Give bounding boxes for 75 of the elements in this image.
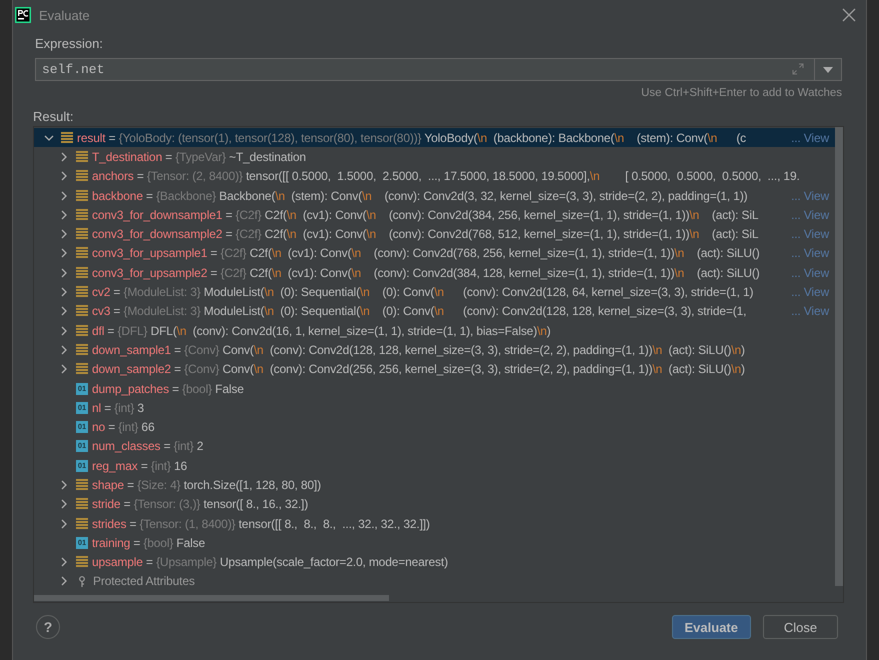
tree-row-text: upsample = {Upsample} Upsample(scale_factor=2.0, mode=nearest) xyxy=(92,555,449,570)
tree-row-text: anchors = {Tensor: (2, 8400)} tensor([[ 0.5000, 1.5000, 2.5000, ..., 17.5000, 18.5000, 19.5000],\n [ 0.5000, 0.5000, 0.5000, ..., 19. xyxy=(92,169,801,184)
field-icon xyxy=(76,305,88,318)
tree-row[interactable]: cv3 = {ModuleList: 3} ModuleList(\n (0): Sequential(\n (0): Conv(\n (conv): Conv2d(128, 128, kernel_size=(3, 3), stride=(1, ... View xyxy=(34,302,835,321)
tree-row-text: backbone = {Backbone} Backbone(\n (stem): Conv(\n (conv): Conv2d(3, 32, kernel_size=(3, 3), stride=(2, 2), padding=(1, 1)) xyxy=(92,188,749,203)
tree-row-text: shape = {Size: 4} torch.Size([1, 128, 80, 80]) xyxy=(92,478,322,492)
field-icon xyxy=(76,363,88,376)
tree-row-text: conv3_for_upsample2 = {C2f} C2f(\n (cv1): Conv(\n (conv): Conv2d(384, 128, kernel_size=(1, 1), stride=(1, 1))\n (act): SiLU() xyxy=(92,266,761,280)
vertical-scrollbar[interactable] xyxy=(835,127,843,586)
tree-row-text: Protected Attributes xyxy=(93,574,196,588)
tree-row[interactable]: upsample = {Upsample} Upsample(scale_factor=2.0, mode=nearest) xyxy=(34,552,835,572)
tree-row[interactable]: down_sample2 = {Conv} Conv(\n (conv): Conv2d(256, 256, kernel_size=(3, 3), stride=(2, 2), padding=(1, 1))\n (act): SiLU()\n) xyxy=(34,360,835,379)
tree-row-text: dfl = {DFL} DFL(\n (conv): Conv2d(16, 1, kernel_size=(1, 1), stride=(1, 1), bias=False)\n) xyxy=(92,324,552,338)
history-dropdown-button[interactable] xyxy=(814,58,842,81)
hint-text: Use Ctrl+Shift+Enter to add to Watches xyxy=(641,87,842,99)
tree-row-text: reg_max = {int} 16 xyxy=(92,458,188,473)
field-icon xyxy=(76,228,88,240)
caret-icon xyxy=(823,66,833,72)
key-icon xyxy=(79,576,85,587)
tree-row-text: stride = {Tensor: (3,)} tensor([ 8., 16., 32.]) xyxy=(92,497,310,512)
tree-row[interactable]: Protected Attributes xyxy=(34,572,835,592)
tree-row[interactable]: result = {YoloBody: (tensor(1), tensor(128), tensor(80), tensor(80))} YoloBody(\n (backbone): Backbone(\n (stem): Conv(\n (c ... View xyxy=(34,128,835,148)
tree-row-text: cv2 = {ModuleList: 3} ModuleList(\n (0): Sequential(\n (0): Conv(\n (conv): Conv2d(128, 64, kernel_size=(3, 3), stride=(1, 1) xyxy=(92,285,754,300)
horizontal-scrollbar[interactable] xyxy=(34,595,389,601)
field-icon xyxy=(76,324,88,337)
tree-row[interactable]: conv3_for_downsample1 = {C2f} C2f(\n (cv1): Conv(\n (conv): Conv2d(384, 256, kernel_size=(1, 1), stride=(1, 1))\n (act): SiL ... View xyxy=(34,205,835,224)
field-icon xyxy=(76,170,88,182)
tree-row-text: conv3_for_upsample1 = {C2f} C2f(\n (cv1): Conv(\n (conv): Conv2d(768, 256, kernel_size=(1, 1), stride=(1, 1))\n (act): SiLU() xyxy=(92,246,761,260)
help-button[interactable]: ? xyxy=(36,615,60,639)
field-icon xyxy=(76,556,88,568)
tree-row[interactable]: dfl = {DFL} DFL(\n (conv): Conv2d(16, 1, kernel_size=(1, 1), stride=(1, 1), bias=False)\n) xyxy=(34,320,835,340)
close-button[interactable]: Close xyxy=(763,615,838,639)
tree-row-text: num_classes = {int} 2 xyxy=(92,439,204,454)
field-icon xyxy=(76,286,88,298)
field-icon xyxy=(76,344,88,356)
tree-row-text: training = {bool} False xyxy=(92,536,206,550)
field-icon xyxy=(76,498,88,510)
field-icon xyxy=(76,266,88,279)
tree-row-text: nl = {int} 3 xyxy=(92,400,145,415)
tree-row[interactable]: down_sample1 = {Conv} Conv(\n (conv): Conv2d(128, 128, kernel_size=(3, 3), stride=(2, 2), padding=(1, 1))\n (act): SiLU()\n) xyxy=(34,340,835,360)
tree-row[interactable]: stride = {Tensor: (3,)} tensor([ 8., 16., 32.]) xyxy=(34,494,835,514)
result-label: Result: xyxy=(33,109,74,124)
tree-row[interactable]: shape = {Size: 4} torch.Size([1, 128, 80, 80]) xyxy=(34,475,835,495)
expression-label: Expression: xyxy=(35,36,103,51)
tree-row-text: no = {int} 66 xyxy=(92,420,156,434)
tree-row[interactable]: conv3_for_upsample1 = {C2f} C2f(\n (cv1): Conv(\n (conv): Conv2d(768, 256, kernel_size=(1, 1), stride=(1, 1))\n (act): SiLU() ... View xyxy=(34,244,835,264)
field-icon xyxy=(61,132,73,144)
tree-row[interactable]: conv3_for_downsample2 = {C2f} C2f(\n (cv1): Conv(\n (conv): Conv2d(768, 512, kernel_size=(1, 1), stride=(1, 1))\n (act): SiL ... View xyxy=(34,224,835,244)
tree-row-text: result = {YoloBody: (tensor(1), tensor(128), tensor(80), tensor(80))} YoloBody(\n (backbone): Backbone(\n (stem): Conv(\n (c xyxy=(77,130,748,145)
expression-field[interactable]: self.net xyxy=(35,58,814,81)
app-logo-icon xyxy=(15,7,31,23)
tree-row-text: down_sample1 = {Conv} Conv(\n (conv): Conv2d(128, 128, kernel_size=(3, 3), stride=(2, 2), padding=(1, 1))\n (act): SiLU()\n) xyxy=(92,342,746,357)
tree-row-text: strides = {Tensor: (1, 8400)} tensor([[ 8., 8., 8., ..., 32., 32., 32.]]) xyxy=(92,516,431,531)
tree-row-text: T_destination = {TypeVar} ~T_destination xyxy=(92,150,307,164)
field-icon xyxy=(76,150,88,163)
tree-row[interactable]: conv3_for_upsample2 = {C2f} C2f(\n (cv1): Conv(\n (conv): Conv2d(384, 128, kernel_size=(1, 1), stride=(1, 1))\n (act): SiLU() ... View xyxy=(34,263,835,282)
view-link[interactable]: ... View xyxy=(791,130,829,145)
tree-row-text: cv3 = {ModuleList: 3} ModuleList(\n (0): Sequential(\n (0): Conv(\n (conv): Conv2d(128, 128, kernel_size=(3, 3), stride=(1, xyxy=(92,304,748,318)
field-icon xyxy=(76,208,88,221)
field-icon xyxy=(76,518,88,530)
tree-row-text: conv3_for_downsample1 = {C2f} C2f(\n (cv1): Conv(\n (conv): Conv2d(384, 256, kernel_size=(1, 1), stride=(1, 1))\n (act): SiL xyxy=(92,208,760,222)
tree-row[interactable]: cv2 = {ModuleList: 3} ModuleList(\n (0): Sequential(\n (0): Conv(\n (conv): Conv2d(128, 64, kernel_size=(3, 3), stride=(1, 1) ... View xyxy=(34,282,835,302)
tree-row[interactable]: T_destination = {TypeVar} ~T_destination xyxy=(34,147,835,167)
field-icon xyxy=(76,190,88,202)
tree-row-text: down_sample2 = {Conv} Conv(\n (conv): Conv2d(256, 256, kernel_size=(3, 3), stride=(2, 2), padding=(1, 1))\n (act): SiLU()\n) xyxy=(92,362,746,376)
window-title: Evaluate xyxy=(39,8,91,22)
tree-row-text: dump_patches = {bool} False xyxy=(92,382,245,396)
tree-row[interactable]: anchors = {Tensor: (2, 8400)} tensor([[ 0.5000, 1.5000, 2.5000, ..., 17.5000, 18.5000, 19.5000],\n [ 0.5000, 0.5000, 0.5000, ..., 19. xyxy=(34,166,835,186)
tree-row-text: conv3_for_downsample2 = {C2f} C2f(\n (cv1): Conv(\n (conv): Conv2d(768, 512, kernel_size=(1, 1), stride=(1, 1))\n (act): SiL xyxy=(92,227,760,242)
field-icon xyxy=(76,478,88,491)
evaluate-button[interactable]: Evaluate xyxy=(672,615,751,639)
tree-row[interactable]: backbone = {Backbone} Backbone(\n (stem): Conv(\n (conv): Conv2d(3, 32, kernel_size=(3, 3), stride=(2, 2), padding=(1, 1)) ... View xyxy=(34,186,835,206)
close-icon[interactable] xyxy=(842,8,856,22)
field-icon xyxy=(76,247,88,260)
tree-row[interactable]: strides = {Tensor: (1, 8400)} tensor([[ 8., 8., 8., ..., 32., 32., 32.]]) xyxy=(34,514,835,534)
